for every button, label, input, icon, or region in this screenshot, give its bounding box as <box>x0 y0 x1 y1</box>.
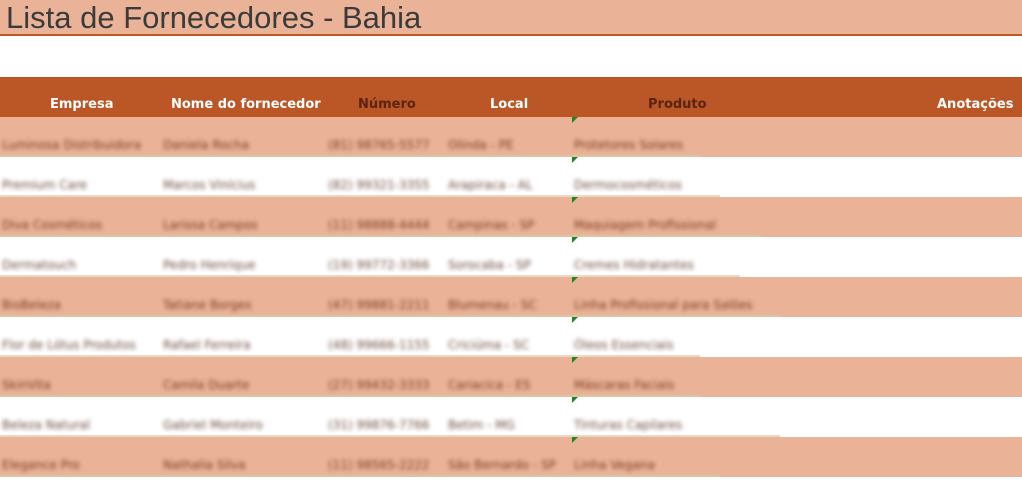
cell-numero[interactable]: (48) 99666-1155 <box>328 337 430 353</box>
table-row[interactable]: BioBeleza Tatiane Borges (47) 99881-2211 Bl… <box>0 277 1022 317</box>
header-produto[interactable]: Produto <box>648 97 707 113</box>
cell-nome-fornecedor[interactable]: Larissa Campos <box>163 217 258 233</box>
header-empresa[interactable]: Empresa <box>50 97 113 113</box>
table-header-row: Empresa Nome do fornecedor Número Local … <box>0 77 1022 117</box>
cell-local[interactable]: Blumenau - SC <box>448 297 537 313</box>
cell-empresa[interactable]: Beleza Natural <box>2 417 90 433</box>
cell-local[interactable]: Olinda - PE <box>448 137 513 153</box>
cell-produto[interactable]: Óleos Essenciais <box>574 337 674 353</box>
cell-comment-indicator <box>572 317 578 323</box>
cell-local[interactable]: Betim - MG <box>448 417 515 433</box>
cell-empresa[interactable]: SkinVita <box>2 377 51 393</box>
table-row[interactable]: Beleza Natural Gabriel Monteiro (31) 99876… <box>0 397 1022 437</box>
cell-numero[interactable]: (11) 98888-4444 <box>328 217 430 233</box>
table-row[interactable]: Flor de Lótus Produtos Rafael Ferreira (48… <box>0 317 1022 357</box>
cell-empresa[interactable]: Dermatouch <box>2 257 76 273</box>
header-anotacoes[interactable]: Anotações <box>937 97 1013 113</box>
cell-nome-fornecedor[interactable]: Tatiane Borges <box>163 297 251 313</box>
cell-comment-indicator <box>572 157 578 163</box>
cell-empresa[interactable]: Elegance Pro <box>2 457 80 473</box>
cell-empresa[interactable]: Premium Care <box>2 177 87 193</box>
cell-produto[interactable]: Protetores Solares <box>574 137 683 153</box>
cell-comment-indicator <box>572 397 578 403</box>
cell-numero[interactable]: (11) 98565-2222 <box>328 457 430 473</box>
cell-comment-indicator <box>572 237 578 243</box>
sheet-title-bar: Lista de Fornecedores - Bahia <box>0 0 1022 36</box>
cell-numero[interactable]: (31) 99876-7766 <box>328 417 430 433</box>
cell-comment-indicator <box>572 197 578 203</box>
cell-comment-indicator <box>572 357 578 363</box>
cell-produto[interactable]: Dermocosméticos <box>574 177 682 193</box>
cell-produto[interactable]: Máscaras Faciais <box>574 377 674 393</box>
table-row[interactable]: Dermatouch Pedro Henrique (19) 99772-3366 S… <box>0 237 1022 277</box>
cell-local[interactable]: Campinas - SP <box>448 217 534 233</box>
cell-nome-fornecedor[interactable]: Daniela Rocha <box>163 137 249 153</box>
cell-local[interactable]: Sorocaba - SP <box>448 257 531 273</box>
cell-local[interactable]: Criciúma - SC <box>448 337 529 353</box>
table-row[interactable]: SkinVita Camila Duarte (27) 99432-3333 Cari… <box>0 357 1022 397</box>
header-nome-fornecedor[interactable]: Nome do fornecedor <box>171 97 321 113</box>
cell-comment-indicator <box>572 437 578 443</box>
cell-local[interactable]: Cariacica - ES <box>448 377 530 393</box>
cell-nome-fornecedor[interactable]: Nathalia Silva <box>163 457 246 473</box>
cell-produto[interactable]: Linha Profissional para Salões <box>574 297 753 313</box>
cell-numero[interactable]: (47) 99881-2211 <box>328 297 430 313</box>
table-row[interactable]: Diva Cosméticos Larissa Campos (11) 98888-… <box>0 197 1022 237</box>
cell-local[interactable]: Arapiraca - AL <box>448 177 533 193</box>
cell-nome-fornecedor[interactable]: Pedro Henrique <box>163 257 256 273</box>
table-row[interactable]: Premium Care Marcos Vinícius (82) 99321-33… <box>0 157 1022 197</box>
cell-nome-fornecedor[interactable]: Gabriel Monteiro <box>163 417 263 433</box>
cell-comment-indicator <box>572 117 578 123</box>
cell-nome-fornecedor[interactable]: Camila Duarte <box>163 377 249 393</box>
cell-produto[interactable]: Cremes Hidratantes <box>574 257 694 273</box>
cell-produto[interactable]: Maquiagem Profissional <box>574 217 716 233</box>
cell-local[interactable]: São Bernardo - SP <box>448 457 556 473</box>
header-numero[interactable]: Número <box>358 97 416 113</box>
cell-numero[interactable]: (81) 98765-5577 <box>328 137 430 153</box>
cell-empresa[interactable]: Flor de Lótus Produtos <box>2 337 136 353</box>
cell-comment-indicator <box>572 277 578 283</box>
cell-produto[interactable]: Tinturas Capilares <box>574 417 682 433</box>
table-row[interactable]: Elegance Pro Nathalia Silva (11) 98565-222… <box>0 437 1022 477</box>
cell-numero[interactable]: (82) 99321-3355 <box>328 177 430 193</box>
cell-empresa[interactable]: Diva Cosméticos <box>2 217 102 233</box>
header-local[interactable]: Local <box>490 97 528 113</box>
row-divider <box>0 475 720 477</box>
cell-produto[interactable]: Linha Vegana <box>574 457 655 473</box>
cell-empresa[interactable]: BioBeleza <box>2 297 61 313</box>
table-row[interactable]: Luminosa Distribuidora Daniela Rocha (81) … <box>0 117 1022 157</box>
cell-nome-fornecedor[interactable]: Rafael Ferreira <box>163 337 251 353</box>
cell-empresa[interactable]: Luminosa Distribuidora <box>2 137 141 153</box>
sheet-title[interactable]: Lista de Fornecedores - Bahia <box>6 0 421 36</box>
cell-numero[interactable]: (27) 99432-3333 <box>328 377 430 393</box>
cell-nome-fornecedor[interactable]: Marcos Vinícius <box>163 177 255 193</box>
cell-numero[interactable]: (19) 99772-3366 <box>328 257 430 273</box>
